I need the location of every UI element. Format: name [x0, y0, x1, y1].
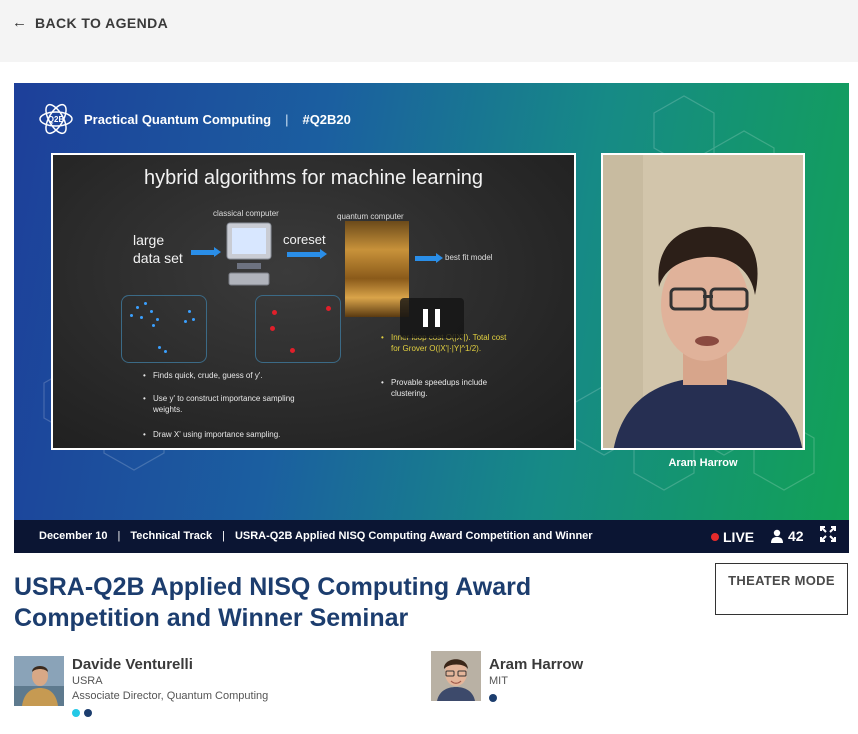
fullscreen-icon[interactable]: [820, 526, 836, 542]
slide-best-fit-model: best fit model: [445, 253, 493, 262]
coreset-points-box: [255, 295, 341, 363]
session-date: December 10: [39, 530, 108, 542]
speaker-role: Associate Director, Quantum Computing: [72, 690, 269, 702]
speaker-tag-dots: [489, 694, 583, 702]
webcam-speaker-name: Aram Harrow: [668, 457, 738, 469]
logo-text: Q2B: [48, 115, 65, 124]
classical-computer-icon: [226, 222, 272, 286]
speaker-org: MIT: [489, 675, 508, 687]
brand-hashtag: #Q2B20: [302, 111, 351, 127]
speaker-name: Davide Venturelli: [72, 656, 193, 673]
slide-bullet-left: Use y' to construct importance sampling …: [143, 393, 303, 415]
session-name: USRA-Q2B Applied NISQ Computing Award Co…: [234, 530, 593, 542]
video-player[interactable]: Q2B Practical Quantum Computing | #Q2B20…: [14, 83, 849, 553]
slide-bullet-left: Finds quick, crude, guess of y'.: [143, 370, 333, 381]
slide-bullet-right: Provable speedups include clustering.: [381, 377, 501, 399]
slide-title: hybrid algorithms for machine learning: [143, 167, 484, 189]
live-label: LIVE: [723, 529, 755, 545]
speaker-silhouette-icon: [603, 155, 803, 448]
back-to-agenda-link[interactable]: ← BACK TO AGENDA: [12, 14, 168, 32]
brand-separator: |: [285, 111, 289, 127]
back-label: BACK TO AGENDA: [35, 15, 169, 31]
live-dot-icon: [711, 533, 719, 541]
slide-classical-label: classical computer: [213, 209, 279, 218]
presentation-slide: hybrid algorithms for machine learning l…: [51, 153, 576, 450]
speaker-webcam: [601, 153, 805, 450]
pause-button[interactable]: [400, 298, 464, 338]
session-track: Technical Track: [130, 530, 213, 542]
slide-bullet-left: Draw X' using importance sampling.: [143, 429, 343, 440]
avatar: [431, 651, 481, 701]
top-bar: ← BACK TO AGENDA: [0, 0, 858, 62]
theater-mode-button[interactable]: THEATER MODE: [715, 563, 848, 615]
data-points-box: [121, 295, 207, 363]
speaker-card[interactable]: Davide Venturelli USRA Associate Directo…: [14, 656, 268, 717]
avatar: [14, 656, 64, 706]
session-title: USRA-Q2B Applied NISQ Computing Award Co…: [14, 573, 532, 632]
live-indicator: LIVE: [711, 529, 754, 545]
arrow-left-icon: ←: [12, 14, 27, 31]
speaker-name: Aram Harrow: [489, 656, 584, 673]
tag-dot: [489, 694, 497, 702]
q2b-atom-logo-icon: Q2B: [39, 103, 73, 135]
tag-dot: [72, 709, 80, 717]
user-icon: [771, 529, 783, 543]
tag-dot: [84, 709, 92, 717]
pause-icon: [435, 309, 440, 327]
pause-icon: [423, 309, 428, 327]
speaker-org: USRA: [72, 675, 103, 687]
speaker-tag-dots: [72, 709, 268, 717]
viewer-count-value: 42: [788, 528, 804, 544]
slide-quantum-label: quantum computer: [337, 212, 404, 221]
separator: |: [117, 530, 121, 542]
separator: |: [222, 530, 225, 542]
slide-coreset: coreset: [283, 232, 326, 247]
slide-arrow: [191, 247, 221, 257]
player-control-bar: December 10 | Technical Track | USRA-Q2B…: [14, 520, 849, 553]
slide-arrow: [287, 249, 327, 259]
slide-large-data-set: large data set: [133, 232, 183, 266]
event-branding: Q2B Practical Quantum Computing | #Q2B20: [38, 101, 351, 137]
viewer-count: 42: [770, 528, 804, 544]
slide-arrow: [415, 253, 443, 263]
speaker-card[interactable]: Aram Harrow MIT: [431, 651, 583, 702]
brand-name: Practical Quantum Computing: [84, 111, 272, 127]
session-info: December 10 | Technical Track | USRA-Q2B…: [39, 530, 593, 542]
